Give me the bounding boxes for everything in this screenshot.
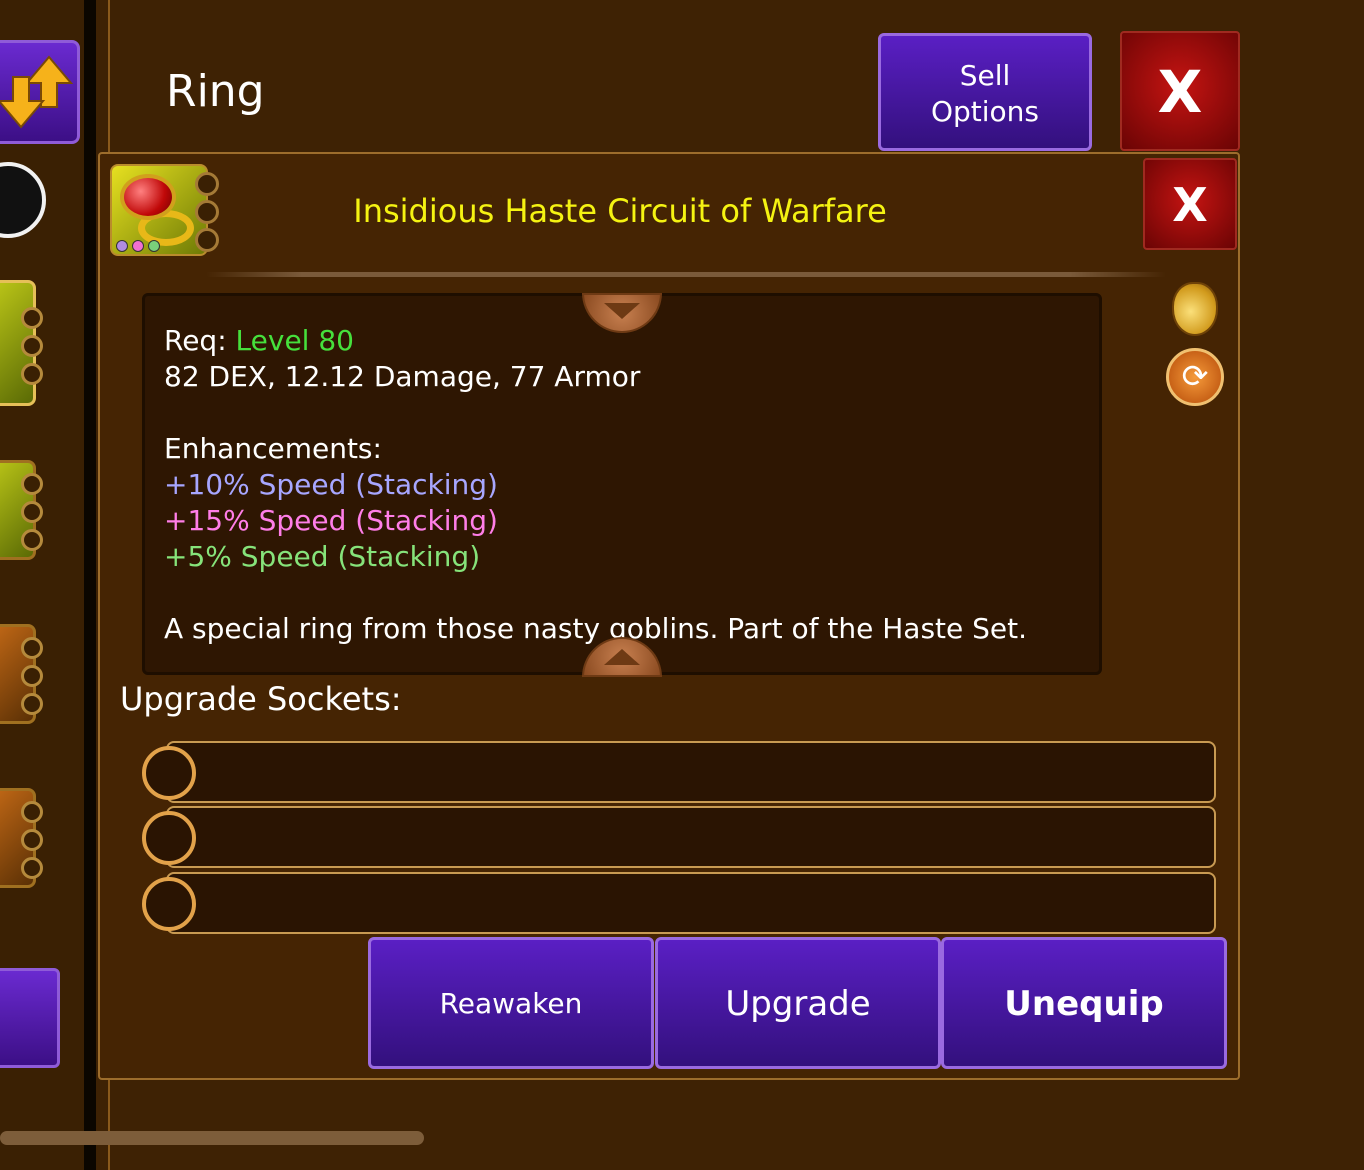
sell-options-button[interactable]: Sell Options	[878, 33, 1092, 151]
enhancement-3: +5% Speed (Stacking)	[164, 540, 481, 573]
separator	[206, 272, 1166, 277]
inventory-slot-ring[interactable]	[0, 280, 43, 406]
sort-arrows-icon	[0, 55, 74, 129]
item-stats: 82 DEX, 12.12 Damage, 77 Armor	[164, 360, 641, 393]
item-name: Insidious Haste Circuit of Warfare	[353, 192, 887, 230]
enhancements-title: Enhancements:	[164, 432, 382, 465]
socket-circle-icon	[142, 746, 196, 800]
upgrade-button[interactable]: Upgrade	[655, 937, 941, 1069]
page-title: Ring	[166, 66, 265, 117]
req-value: Level 80	[235, 324, 354, 357]
socket-indicator	[195, 172, 219, 196]
item-flavor-text: A special ring from those nasty goblins.…	[164, 612, 1028, 645]
close-item-button[interactable]: X	[1143, 158, 1237, 250]
horizontal-scrollbar[interactable]	[0, 1131, 424, 1145]
filter-icon[interactable]	[0, 162, 46, 238]
req-label: Req:	[164, 324, 227, 357]
left-inventory-strip	[0, 0, 84, 1170]
sort-button[interactable]	[0, 40, 80, 144]
inventory-slot[interactable]	[0, 624, 43, 724]
upgrade-sockets-label: Upgrade Sockets:	[120, 680, 402, 718]
close-button[interactable]: X	[1120, 31, 1240, 151]
requirement-line: Req: Level 80	[164, 324, 354, 357]
enhancement-2: +15% Speed (Stacking)	[164, 504, 498, 537]
upgrade-socket-2[interactable]	[166, 806, 1216, 868]
upgrade-socket-1[interactable]	[166, 741, 1216, 803]
money-bag-icon[interactable]	[1172, 282, 1218, 336]
upgrade-socket-3[interactable]	[166, 872, 1216, 934]
socket-indicator	[195, 228, 219, 252]
reawaken-button[interactable]: Reawaken	[368, 937, 654, 1069]
socket-circle-icon	[142, 811, 196, 865]
ring-icon	[110, 164, 208, 256]
side-menu-button[interactable]	[0, 968, 60, 1068]
socket-indicator	[195, 200, 219, 224]
inventory-slot[interactable]	[0, 788, 43, 888]
swap-icon[interactable]: ⟳	[1166, 348, 1224, 406]
inventory-slot[interactable]	[0, 460, 43, 560]
unequip-button[interactable]: Unequip	[941, 937, 1227, 1069]
socket-circle-icon	[142, 877, 196, 931]
enhancement-1: +10% Speed (Stacking)	[164, 468, 498, 501]
